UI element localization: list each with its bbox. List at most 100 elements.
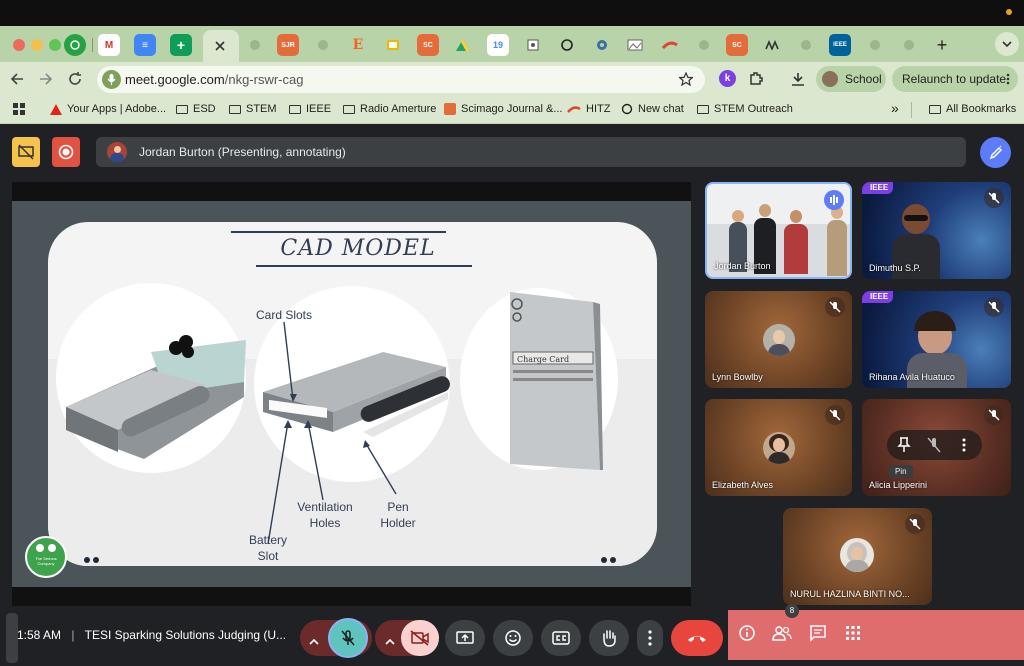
mic-off-indicator xyxy=(905,514,925,534)
participant-tile[interactable]: IEEE Rihana Avila Huatuco xyxy=(862,291,1011,388)
browser-toolbar: meet.google.com/nkg-rswr-cag k School Re… xyxy=(0,62,1024,96)
microphone-button[interactable] xyxy=(328,618,368,658)
google-drive-icon[interactable] xyxy=(452,34,474,56)
app-icon[interactable] xyxy=(761,34,783,56)
record-icon xyxy=(58,144,74,160)
mic-in-use-icon[interactable] xyxy=(102,70,121,89)
scimago-icon[interactable]: SJR xyxy=(277,34,299,56)
photo-icon[interactable] xyxy=(624,34,646,56)
gear-icon[interactable] xyxy=(591,34,613,56)
more-options-button[interactable] xyxy=(637,620,663,656)
google-slides-icon[interactable] xyxy=(382,34,404,56)
bookmark-hitz[interactable]: HITZ xyxy=(567,103,610,115)
active-tab[interactable] xyxy=(203,30,239,62)
globe-icon[interactable] xyxy=(693,34,715,56)
scimago-icon[interactable]: SC xyxy=(417,34,439,56)
back-arrow-icon[interactable] xyxy=(10,72,24,86)
participant-tile[interactable]: NURUL HAZLINA BINTI NO... xyxy=(783,508,932,605)
globe-icon[interactable] xyxy=(898,34,920,56)
hitz-icon[interactable] xyxy=(659,34,681,56)
close-tab-icon[interactable] xyxy=(215,41,225,51)
url-path: /nkg-rswr-cag xyxy=(224,72,304,87)
participant-tile[interactable]: Pin Alicia Lipperini xyxy=(862,399,1011,496)
chatgpt-icon xyxy=(621,103,633,115)
meeting-details-button[interactable] xyxy=(736,622,758,644)
bookmark-radio[interactable]: Radio Amerture xyxy=(343,103,436,115)
download-icon[interactable] xyxy=(790,71,806,87)
relaunch-label: Relaunch to update xyxy=(902,72,1007,86)
pin-button[interactable] xyxy=(897,437,911,458)
more-options-button[interactable] xyxy=(962,438,966,457)
profile-button[interactable]: School xyxy=(816,66,886,92)
bookmark-stem[interactable]: STEM xyxy=(229,103,277,115)
new-tab-button[interactable]: + xyxy=(931,34,953,56)
label-line: Ventilation xyxy=(297,500,353,514)
camera-button[interactable] xyxy=(401,620,439,656)
address-bar[interactable]: meet.google.com/nkg-rswr-cag xyxy=(97,66,705,93)
globe-icon[interactable] xyxy=(795,34,817,56)
chat-button[interactable] xyxy=(807,622,829,644)
info-icon xyxy=(739,625,755,641)
extensions-puzzle-icon[interactable] xyxy=(748,71,764,87)
scimago-icon[interactable]: SC xyxy=(726,34,748,56)
participant-tile[interactable]: Elizabeth Alves xyxy=(705,399,852,496)
globe-icon[interactable] xyxy=(244,34,266,56)
divider xyxy=(911,102,912,118)
apps-grid-icon[interactable] xyxy=(13,103,26,116)
pen-icon xyxy=(989,145,1002,159)
captions-button[interactable] xyxy=(541,620,581,656)
gmail-icon[interactable]: M xyxy=(98,34,120,56)
mute-for-all-button[interactable] xyxy=(927,437,941,458)
reload-icon[interactable] xyxy=(68,72,82,86)
bookmarks-overflow-button[interactable]: » xyxy=(891,100,899,116)
record-button[interactable] xyxy=(52,137,80,167)
people-button[interactable] xyxy=(771,622,793,644)
pin-icon xyxy=(897,437,911,452)
participant-name: Rihana Avila Huatuco xyxy=(869,372,955,382)
reactions-button[interactable] xyxy=(493,620,533,656)
close-window-button[interactable] xyxy=(13,39,25,51)
google-sheets-icon[interactable]: + xyxy=(170,34,192,56)
camera-options-button[interactable] xyxy=(385,632,395,650)
etsy-icon[interactable]: E xyxy=(347,34,369,56)
present-button[interactable] xyxy=(445,620,485,656)
reader-icon[interactable] xyxy=(522,34,544,56)
bookmark-ieee[interactable]: IEEE xyxy=(289,103,331,115)
star-icon[interactable] xyxy=(679,72,693,86)
more-vert-icon xyxy=(648,630,652,646)
bookmark-scimago[interactable]: Scimago Journal &... xyxy=(444,103,563,115)
tab-search-button[interactable] xyxy=(995,32,1019,56)
globe-icon[interactable] xyxy=(312,34,334,56)
whatsapp-icon[interactable] xyxy=(64,34,86,56)
participant-tile[interactable]: Jordan Burton xyxy=(705,182,852,279)
ieee-icon[interactable]: IEEE xyxy=(829,34,851,56)
hide-presentation-button[interactable] xyxy=(12,137,40,167)
participant-tile[interactable]: IEEE Dimuthu S.P. xyxy=(862,182,1011,279)
raise-hand-button[interactable] xyxy=(589,620,629,656)
bookmark-new-chat[interactable]: New chat xyxy=(621,103,684,115)
minimize-window-button[interactable] xyxy=(31,39,43,51)
calendar-icon[interactable]: 19 xyxy=(487,34,509,56)
label-pen-holder: Pen Holder xyxy=(368,499,428,531)
extension-k-icon[interactable]: k xyxy=(719,70,736,87)
maximize-window-button[interactable] xyxy=(49,39,61,51)
mic-off-icon xyxy=(829,409,841,421)
menu-bar xyxy=(0,0,1024,26)
relaunch-button[interactable]: Relaunch to update xyxy=(892,66,1018,92)
annotate-button[interactable] xyxy=(980,137,1011,168)
google-docs-icon[interactable]: ≡ xyxy=(134,34,156,56)
meeting-title: TESI Sparking Solutions Judging (U... xyxy=(84,628,287,642)
chatgpt-icon[interactable] xyxy=(556,34,578,56)
bookmark-esd[interactable]: ESD xyxy=(176,103,216,115)
bookmark-adobe[interactable]: Your Apps | Adobe... xyxy=(50,103,166,115)
forward-arrow-icon[interactable] xyxy=(39,72,53,86)
captions-icon xyxy=(552,631,570,645)
bookmark-stem-outreach[interactable]: STEM Outreach xyxy=(697,103,793,115)
chat-icon xyxy=(810,625,826,642)
participant-tile[interactable]: Lynn Bowlby xyxy=(705,291,852,388)
leave-call-button[interactable] xyxy=(671,620,723,656)
all-bookmarks[interactable]: All Bookmarks xyxy=(929,103,1016,115)
activities-button[interactable] xyxy=(842,622,864,644)
mic-options-button[interactable] xyxy=(309,632,319,650)
globe-icon[interactable] xyxy=(864,34,886,56)
